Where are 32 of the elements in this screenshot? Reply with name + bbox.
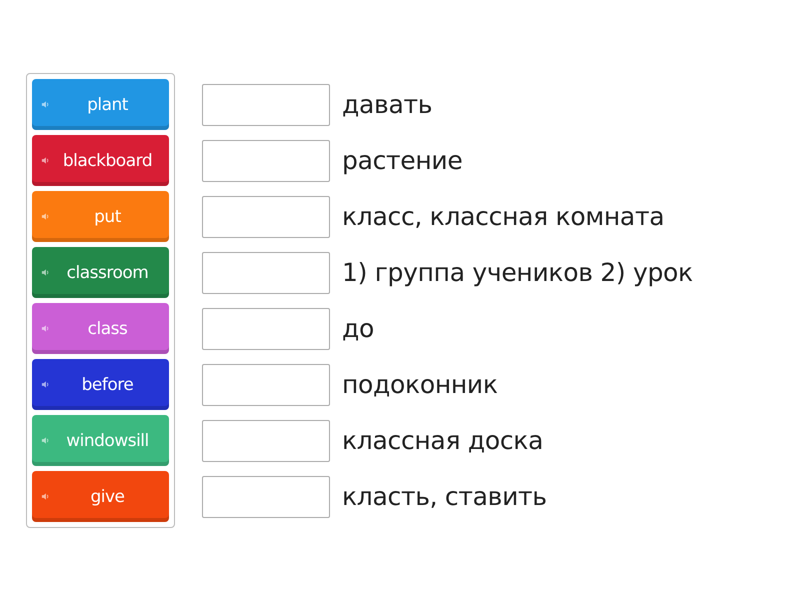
definition-text: класть, ставить [342,482,547,511]
definition-text: давать [342,90,432,119]
speaker-icon[interactable] [41,156,50,165]
speaker-icon[interactable] [41,212,50,221]
drop-box[interactable] [202,84,330,126]
definition-text: 1) группа учеников 2) урок [342,258,693,287]
word-card[interactable]: put [32,191,169,242]
drop-box[interactable] [202,420,330,462]
definition-text: подоконник [342,370,498,399]
word-card[interactable]: windowsill [32,415,169,466]
definition-text: до [342,314,374,343]
word-card[interactable]: before [32,359,169,410]
speaker-icon[interactable] [41,268,50,277]
word-card[interactable]: blackboard [32,135,169,186]
speaker-icon[interactable] [41,380,50,389]
word-card[interactable]: give [32,471,169,522]
drop-box[interactable] [202,252,330,294]
speaker-icon[interactable] [41,324,50,333]
speaker-icon[interactable] [41,100,50,109]
drop-box[interactable] [202,196,330,238]
word-card[interactable]: classroom [32,247,169,298]
speaker-icon[interactable] [41,436,50,445]
drop-box[interactable] [202,140,330,182]
definition-text: растение [342,146,462,175]
definition-text: классная доска [342,426,544,455]
word-card[interactable]: plant [32,79,169,130]
drop-box[interactable] [202,308,330,350]
word-card[interactable]: class [32,303,169,354]
drop-box[interactable] [202,476,330,518]
drop-box[interactable] [202,364,330,406]
speaker-icon[interactable] [41,492,50,501]
definition-text: класс, классная комната [342,202,664,231]
